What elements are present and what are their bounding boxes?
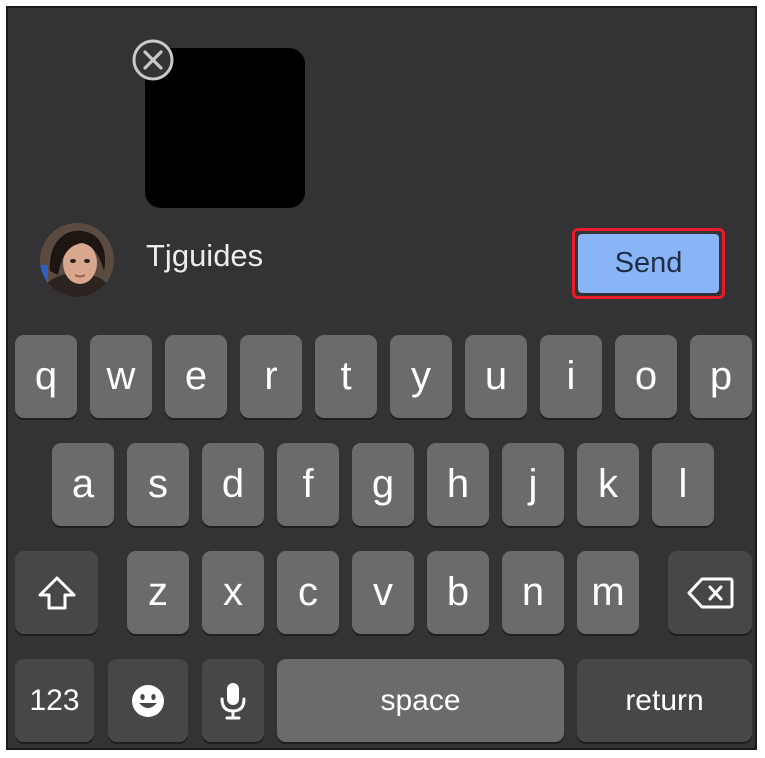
key-z[interactable]: z [127,551,189,634]
key-j[interactable]: j [502,443,564,526]
microphone-icon [219,681,247,721]
key-i[interactable]: i [540,335,602,418]
compose-screen: Tjguides Send q w e r t y u i o p a s d … [6,6,757,750]
return-key[interactable]: return [577,659,752,742]
key-b[interactable]: b [427,551,489,634]
numbers-key[interactable]: 123 [15,659,94,742]
key-s[interactable]: s [127,443,189,526]
key-o[interactable]: o [615,335,677,418]
key-a[interactable]: a [52,443,114,526]
shift-key[interactable] [15,551,98,634]
key-m[interactable]: m [577,551,639,634]
emoji-key[interactable] [108,659,188,742]
send-button[interactable]: Send [578,234,719,293]
key-c[interactable]: c [277,551,339,634]
key-d[interactable]: d [202,443,264,526]
backspace-icon [686,576,734,610]
shift-icon [37,575,77,611]
key-v[interactable]: v [352,551,414,634]
key-t[interactable]: t [315,335,377,418]
key-r[interactable]: r [240,335,302,418]
emoji-icon [130,683,166,719]
key-w[interactable]: w [90,335,152,418]
key-p[interactable]: p [690,335,752,418]
key-u[interactable]: u [465,335,527,418]
key-x[interactable]: x [202,551,264,634]
key-n[interactable]: n [502,551,564,634]
key-e[interactable]: e [165,335,227,418]
key-l[interactable]: l [652,443,714,526]
close-circle-icon[interactable] [131,38,175,82]
recipient-name: Tjguides [146,238,264,273]
key-y[interactable]: y [390,335,452,418]
key-h[interactable]: h [427,443,489,526]
key-g[interactable]: g [352,443,414,526]
microphone-key[interactable] [202,659,264,742]
key-f[interactable]: f [277,443,339,526]
key-k[interactable]: k [577,443,639,526]
avatar [40,223,114,297]
space-key[interactable]: space [277,659,564,742]
backspace-key[interactable] [668,551,752,634]
key-q[interactable]: q [15,335,77,418]
